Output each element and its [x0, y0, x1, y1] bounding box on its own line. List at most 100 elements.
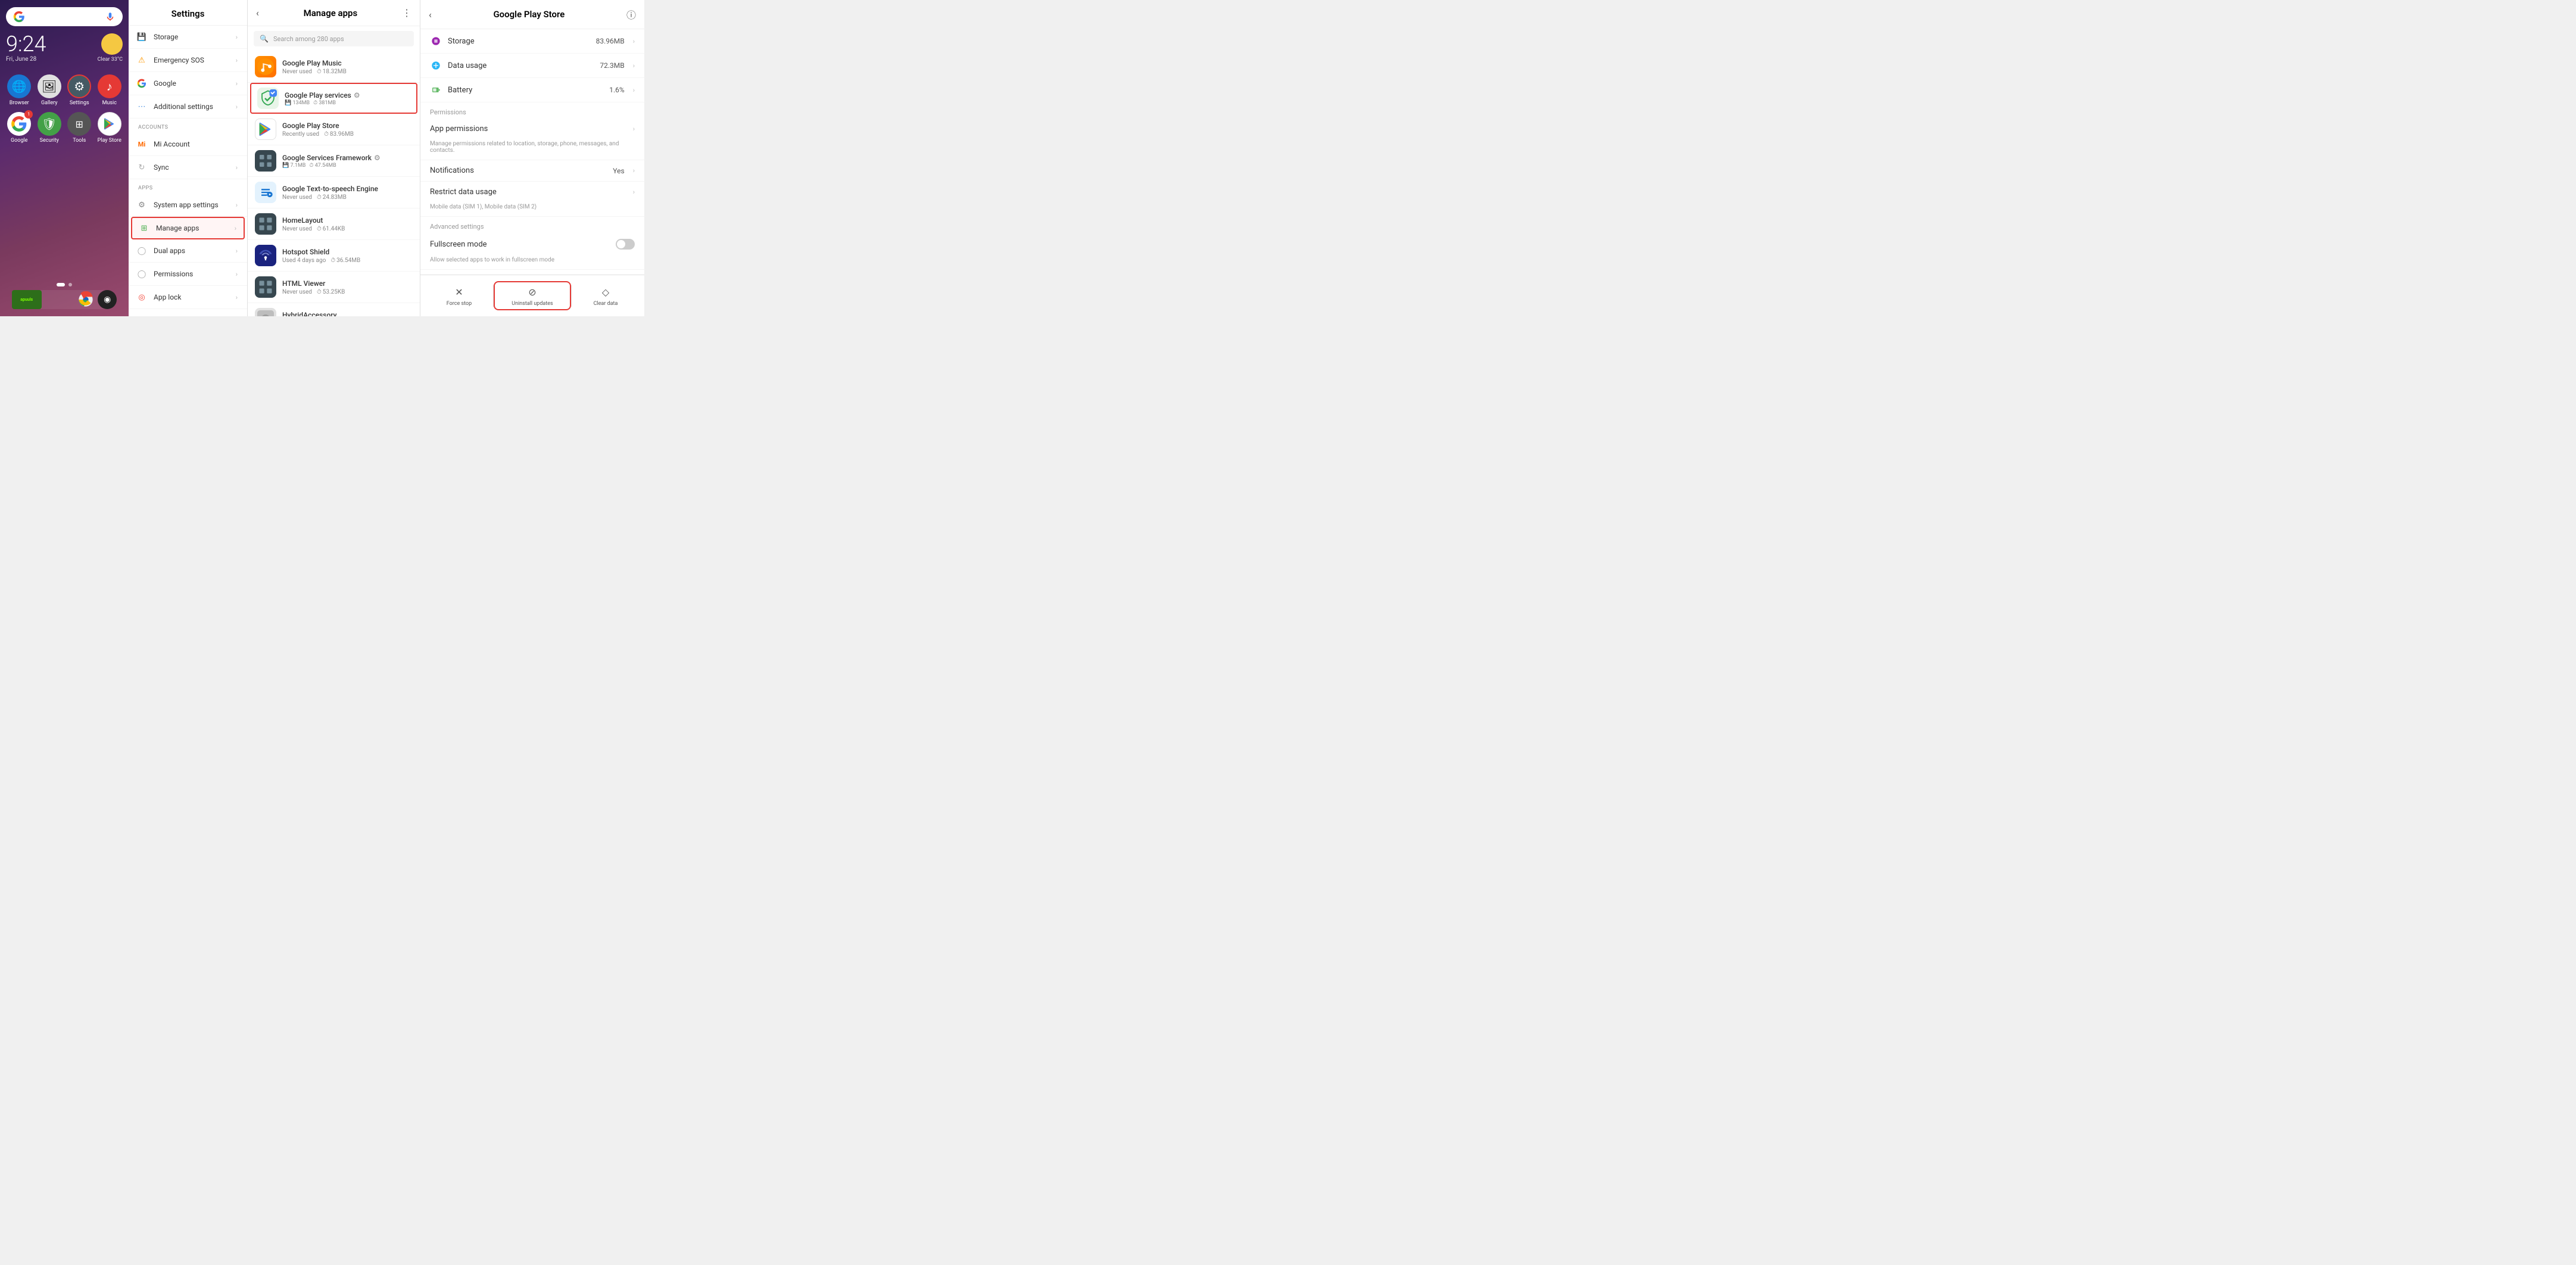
detail-row-battery[interactable]: Battery 1.6% › [420, 78, 644, 102]
app-list-item-hybrid[interactable]: HybridAccessory Never used ⏱ 53.25KB [248, 303, 420, 316]
storage-detail-chevron: › [633, 38, 635, 45]
hotspot-icon [255, 245, 276, 266]
app-item-gallery[interactable]: 🖼 Gallery [36, 74, 63, 106]
settings-item-permissions[interactable]: ◯ Permissions › [129, 263, 247, 286]
additional-label: Additional settings [154, 102, 230, 111]
play-store-size: ⏱ 83.96MB [324, 131, 354, 138]
app-item-settings[interactable]: ⚙ Settings [66, 74, 93, 106]
clear-data-btn[interactable]: ◇ Clear data [572, 285, 640, 307]
settings-item-system-app[interactable]: ⚙ System app settings › [129, 194, 247, 217]
uninstall-updates-btn[interactable]: ⊘ Uninstall updates [494, 281, 571, 310]
app-detail-title: Google Play Store [436, 9, 622, 20]
homelayout-size: ⏱ 61.44KB [317, 226, 345, 232]
settings-item-storage[interactable]: 💾 Storage › [129, 26, 247, 49]
app-detail-back[interactable]: ‹ [429, 9, 432, 20]
mic-icon[interactable] [105, 11, 116, 22]
play-services-extra: 💾 134MB ⏱ 381MB [285, 100, 410, 106]
detail-row-data-usage[interactable]: Data usage 72.3MB › [420, 54, 644, 78]
page-indicators [57, 283, 72, 286]
weather-text: Clear 33°C [98, 57, 123, 63]
mi-icon: Mi [136, 138, 148, 150]
play-store-usage: Recently used [282, 131, 319, 138]
chrome-icon[interactable] [76, 290, 95, 309]
back-button[interactable]: ‹ [256, 7, 259, 18]
feedback-icon: ? [136, 314, 148, 316]
search-apps-bar[interactable]: 🔍 Search among 280 apps [254, 31, 414, 46]
app-detail-footer: ✕ Force stop ⊘ Uninstall updates ◇ Clear… [420, 275, 644, 316]
emergency-icon: ⚠ [136, 54, 148, 66]
app-item-music[interactable]: ♪ Music [96, 74, 123, 106]
battery-detail-icon [430, 84, 442, 96]
fullscreen-toggle[interactable] [616, 239, 635, 250]
htmlviewer-usage: Never used [282, 289, 312, 295]
app-item-security[interactable]: 🛡 Security [36, 112, 63, 144]
settings-item-emergency[interactable]: ⚠ Emergency SOS › [129, 49, 247, 72]
notifications-value: Yes [613, 167, 624, 175]
app-list-item-play-services[interactable]: Google Play services ⚙ 💾 134MB ⏱ 381MB [250, 83, 417, 114]
settings-item-app-lock[interactable]: ◎ App lock › [129, 286, 247, 309]
playstore-label: Play Store [98, 138, 121, 144]
manage-apps-icon: ⊞ [138, 222, 150, 234]
app-list-item-tts[interactable]: Google Text-to-speech Engine Never used … [248, 177, 420, 208]
gservices-extra: 💾 7.1MB ⏱ 47.54MB [282, 163, 413, 169]
settings-item-google[interactable]: Google › [129, 72, 247, 95]
app-item-tools[interactable]: ⊞ Tools [66, 112, 93, 144]
settings-label: Settings [70, 100, 89, 106]
battery-detail-chevron: › [633, 86, 635, 94]
app-list-item-htmlviewer[interactable]: HTML Viewer Never used ⏱ 53.25KB [248, 272, 420, 303]
settings-item-feedback[interactable]: ? Feedback › [129, 309, 247, 316]
detail-row-fullscreen[interactable]: Fullscreen mode Allow selected apps to w… [420, 233, 644, 270]
manage-apps-panel: ‹ Manage apps ⋮ 🔍 Search among 280 apps … [248, 0, 420, 316]
bottom-dock: apuuls ◉ [12, 290, 117, 309]
settings-item-dual-apps[interactable]: ◯ Dual apps › [129, 239, 247, 263]
google-search-bar[interactable] [6, 7, 123, 26]
app-list-item-play-store[interactable]: Google Play Store Recently used ⏱ 83.96M… [248, 114, 420, 145]
tts-meta: Never used ⏱ 24.83MB [282, 194, 413, 201]
app-item-browser[interactable]: 🌐 Browser [6, 74, 33, 106]
restrict-data-label: Restrict data usage [430, 188, 631, 197]
app-item-google[interactable]: 1 Google [6, 112, 33, 144]
force-stop-btn[interactable]: ✕ Force stop [425, 285, 493, 307]
detail-row-notifications[interactable]: Notifications Yes › [420, 160, 644, 182]
app-item-playstore[interactable]: Play Store [96, 112, 123, 144]
play-music-info: Google Play Music Never used ⏱ 18.32MB [282, 59, 413, 75]
app-list-item-homelayout[interactable]: HomeLayout Never used ⏱ 61.44KB [248, 208, 420, 240]
detail-row-app-permissions[interactable]: App permissions › Manage permissions rel… [420, 119, 644, 160]
settings-item-manage-apps[interactable]: ⊞ Manage apps › [131, 217, 245, 239]
htmlviewer-icon [255, 276, 276, 298]
battery-detail-value: 1.6% [609, 86, 624, 94]
manage-apps-title: Manage apps [264, 8, 397, 18]
tools-label: Tools [73, 138, 86, 144]
settings-item-additional[interactable]: ⋯ Additional settings › [129, 95, 247, 119]
settings-item-mi[interactable]: Mi Mi Account [129, 133, 247, 156]
tts-size: ⏱ 24.83MB [317, 194, 347, 201]
data-usage-detail-icon [430, 60, 442, 71]
play-store-info: Google Play Store Recently used ⏱ 83.96M… [282, 121, 413, 138]
battery-detail-label: Battery [448, 86, 603, 95]
app-list-item-play-music[interactable]: Google Play Music Never used ⏱ 18.32MB [248, 51, 420, 83]
weather-icon [101, 33, 123, 55]
app-lock-chevron: › [236, 294, 238, 301]
play-music-name: Google Play Music [282, 59, 413, 67]
search-apps-icon: 🔍 [260, 35, 269, 43]
info-button[interactable]: ⓘ [626, 7, 636, 21]
menu-button[interactable]: ⋮ [402, 7, 411, 18]
search-apps-placeholder: Search among 280 apps [273, 35, 344, 43]
uninstall-updates-icon: ⊘ [525, 285, 539, 299]
notifications-chevron: › [633, 167, 635, 175]
gservices-icon [255, 150, 276, 172]
app-list-item-gservices[interactable]: Google Services Framework ⚙ 💾 7.1MB ⏱ 47… [248, 145, 420, 177]
settings-item-sync[interactable]: ↻ Sync › [129, 156, 247, 179]
app-list-item-hotspot[interactable]: Hotspot Shield Used 4 days ago ⏱ 36.54MB [248, 240, 420, 272]
music-label: Music [102, 100, 117, 106]
app-list: Google Play Music Never used ⏱ 18.32MB [248, 51, 420, 316]
settings-list: 💾 Storage › ⚠ Emergency SOS › Google › ⋯ [129, 26, 247, 316]
camera-icon[interactable]: ◉ [98, 290, 117, 309]
detail-row-storage[interactable]: Storage 83.96MB › [420, 29, 644, 54]
playstore-icon [98, 112, 121, 136]
detail-row-install-unknown[interactable]: Install apps from unknown sources No › [420, 270, 644, 275]
storage-detail-icon [430, 35, 442, 47]
hotspot-usage: Used 4 days ago [282, 257, 326, 264]
detail-row-restrict-data[interactable]: Restrict data usage › Mobile data (SIM 1… [420, 182, 644, 217]
tools-icon: ⊞ [67, 112, 91, 136]
